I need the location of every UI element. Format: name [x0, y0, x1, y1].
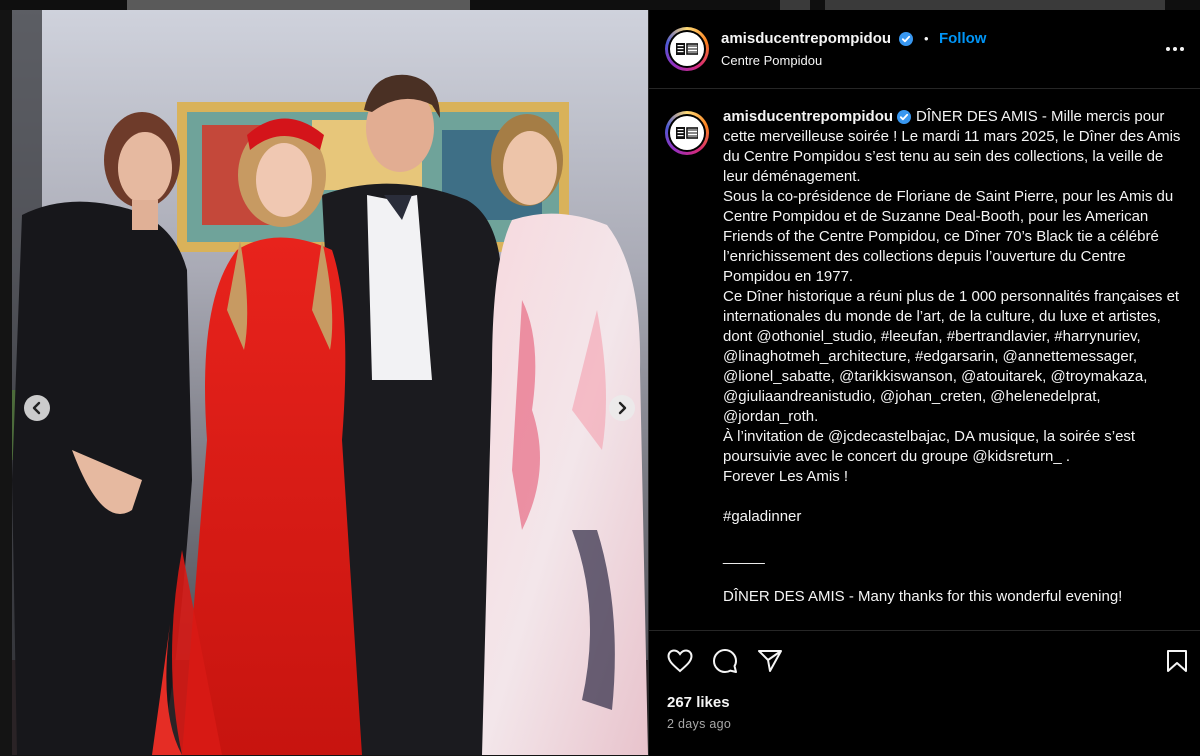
follow-button[interactable]: Follow	[939, 30, 987, 47]
background-strip	[0, 0, 1200, 10]
post-header: amisducentrepompidou • Follow Centre Pom…	[649, 10, 1200, 89]
comment-icon[interactable]	[712, 648, 738, 674]
separator-dot: •	[923, 31, 929, 46]
carousel-prev-button[interactable]	[24, 395, 50, 421]
post-photo[interactable]	[12, 10, 648, 755]
location-link[interactable]: Centre Pompidou	[721, 53, 822, 68]
share-icon[interactable]	[757, 649, 783, 673]
caption-avatar[interactable]	[665, 111, 709, 155]
event-photo-illustration	[12, 10, 648, 755]
account-name[interactable]: amisducentrepompidou	[721, 30, 891, 47]
verified-badge-icon	[899, 31, 914, 46]
chevron-right-icon	[618, 401, 627, 415]
bookmark-icon[interactable]	[1166, 649, 1188, 673]
background-thumbnail	[825, 0, 1165, 10]
carousel-next-button[interactable]	[609, 395, 635, 421]
logo-icon	[676, 127, 698, 139]
caption: amisducentrepompidou DÎNER DES AMIS - Mil…	[723, 107, 1183, 607]
background-thumbnail	[780, 0, 810, 10]
avatar[interactable]	[665, 27, 709, 71]
post-details-panel: amisducentrepompidou • Follow Centre Pom…	[648, 10, 1200, 756]
verified-badge-icon	[897, 110, 912, 125]
background-thumbnail	[127, 0, 470, 10]
caption-body: DÎNER DES AMIS - Mille mercis pour cette…	[723, 108, 1181, 605]
logo-icon	[676, 43, 698, 55]
post-actions-bar: 267 likes 2 days ago	[649, 630, 1200, 756]
more-options-icon[interactable]	[1165, 46, 1185, 52]
chevron-left-icon	[32, 401, 41, 415]
post-timestamp[interactable]: 2 days ago	[667, 717, 731, 731]
caption-account-name[interactable]: amisducentrepompidou	[723, 108, 893, 125]
heart-icon[interactable]	[667, 649, 693, 673]
likes-count[interactable]: 267 likes	[667, 694, 730, 711]
caption-scroll-area[interactable]: amisducentrepompidou DÎNER DES AMIS - Mil…	[649, 89, 1200, 630]
